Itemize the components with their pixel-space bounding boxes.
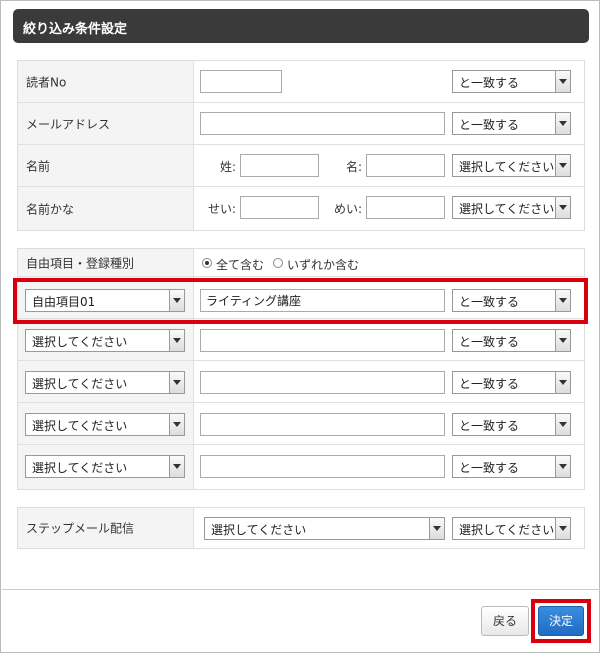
last-name-label: 姓: [220, 160, 237, 174]
reader-no-input[interactable] [200, 70, 282, 93]
reader-no-match-select[interactable]: と一致する [452, 70, 571, 93]
submit-button[interactable]: 決定 [538, 606, 584, 636]
last-name-input[interactable] [240, 154, 319, 177]
first-kana-input[interactable] [366, 196, 445, 219]
highlight-free-item-row [13, 278, 588, 324]
name-kana-condition-select[interactable]: 選択してください [452, 196, 571, 219]
free-item-field-select[interactable]: 選択してください [25, 455, 185, 478]
email-input[interactable] [200, 112, 445, 135]
free-item-field-select[interactable]: 選択してください [25, 371, 185, 394]
chevron-down-icon [429, 518, 444, 539]
chevron-down-icon [169, 456, 184, 477]
chevron-down-icon [555, 197, 570, 218]
free-item-row: 選択してください と一致する [18, 361, 584, 403]
chevron-down-icon [555, 456, 570, 477]
radio-all[interactable] [202, 258, 212, 268]
step-mail-select[interactable]: 選択してください [204, 517, 445, 540]
free-item-value-input[interactable] [200, 329, 445, 352]
row-reader-no: 読者No と一致する [18, 61, 584, 103]
chevron-down-icon [555, 155, 570, 176]
free-items-label: 自由項目・登録種別 [26, 256, 135, 270]
row-name-kana: 名前かな せい: めい: 選択してください [18, 187, 584, 230]
step-mail-panel: ステップメール配信 選択してください 選択してください [17, 507, 585, 549]
step-mail-condition-select[interactable]: 選択してください [452, 517, 571, 540]
step-mail-label: ステップメール配信 [26, 521, 135, 536]
free-item-match-select[interactable]: と一致する [452, 455, 571, 478]
free-item-match-select[interactable]: と一致する [452, 329, 571, 352]
radio-any-label: いずれか含む [287, 258, 360, 272]
chevron-down-icon [555, 518, 570, 539]
last-kana-input[interactable] [240, 196, 319, 219]
free-item-row: 選択してください と一致する [18, 445, 584, 489]
chevron-down-icon [169, 330, 184, 351]
chevron-down-icon [555, 113, 570, 134]
chevron-down-icon [555, 330, 570, 351]
free-item-row: 選択してください と一致する [18, 403, 584, 445]
free-item-match-select[interactable]: と一致する [452, 413, 571, 436]
name-kana-label: 名前かな [26, 202, 75, 216]
chevron-down-icon [169, 372, 184, 393]
chevron-down-icon [169, 414, 184, 435]
last-kana-label: せい: [208, 202, 237, 216]
free-item-field-select[interactable]: 選択してください [25, 413, 185, 436]
row-name: 名前 姓: 名: 選択してください [18, 145, 584, 187]
email-match-select[interactable]: と一致する [452, 112, 571, 135]
row-step-mail: ステップメール配信 選択してください 選択してください [18, 508, 584, 548]
dialog-frame: 絞り込み条件設定 読者No と一致する メールアドレス と一致する 名前 姓: [0, 0, 600, 653]
free-item-row: 選択してください と一致する [18, 319, 584, 361]
first-name-label: 名: [346, 160, 363, 174]
radio-any[interactable] [273, 258, 283, 268]
basic-conditions-panel: 読者No と一致する メールアドレス と一致する 名前 姓: 名: 選択してくだ… [17, 60, 585, 231]
reader-no-label: 読者No [26, 75, 67, 89]
free-item-match-select[interactable]: と一致する [452, 371, 571, 394]
name-condition-select[interactable]: 選択してください [452, 154, 571, 177]
free-item-value-input[interactable] [200, 371, 445, 394]
first-kana-label: めい: [334, 202, 363, 216]
free-item-value-input[interactable] [200, 455, 445, 478]
free-item-field-select[interactable]: 選択してください [25, 329, 185, 352]
radio-all-label: 全て含む [216, 258, 265, 272]
back-button[interactable]: 戻る [481, 606, 529, 636]
chevron-down-icon [555, 372, 570, 393]
row-email: メールアドレス と一致する [18, 103, 584, 145]
free-item-value-input[interactable] [200, 413, 445, 436]
chevron-down-icon [555, 414, 570, 435]
email-label: メールアドレス [26, 117, 111, 131]
first-name-input[interactable] [366, 154, 445, 177]
row-free-items-header: 自由項目・登録種別 全て含む いずれか含む [18, 249, 584, 277]
dialog-title: 絞り込み条件設定 [13, 9, 589, 43]
name-label: 名前 [26, 159, 51, 173]
chevron-down-icon [555, 71, 570, 92]
footer-divider [2, 589, 600, 590]
